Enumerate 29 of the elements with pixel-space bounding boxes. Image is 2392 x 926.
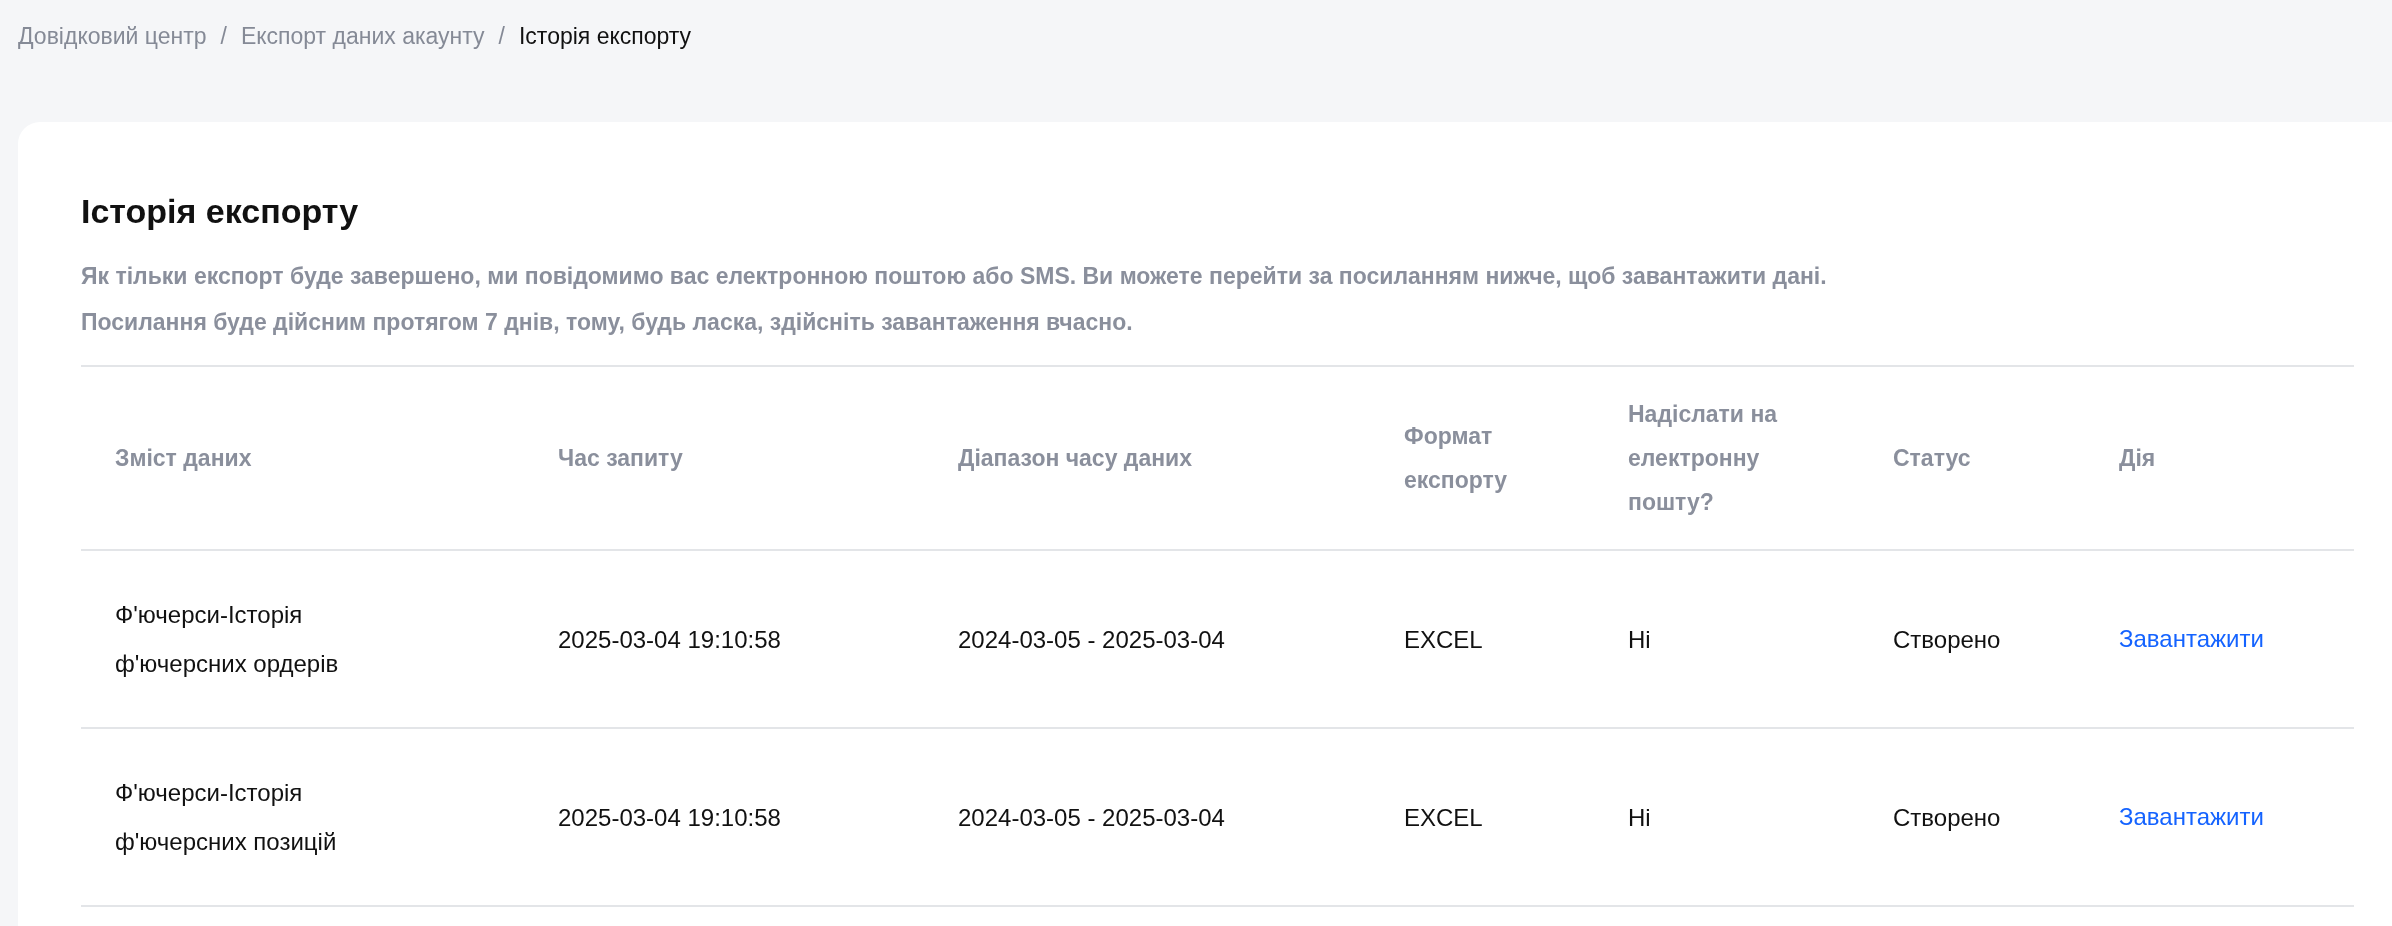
description-text: Як тільки експорт буде завершено, ми повідомимо вас електронною поштою або SMS. Ви можете перейти за посиланням нижче, щоб завантажити дані. (81, 262, 1828, 291)
table-cell-text: 2025-03-04 19:10:58 (558, 802, 781, 833)
table-cell-text: 2024-03-05 - 2025-03-04 (958, 802, 1225, 833)
column-header: Дія (2119, 444, 2156, 473)
table-cell-text: Створено (1893, 802, 2001, 833)
column-header: Діапазон часу даних (958, 444, 1193, 473)
table-cell-text: Створено (1893, 624, 2001, 655)
download-link[interactable]: Завантажити (2119, 803, 2264, 830)
breadcrumb-link[interactable]: Довідковий центр (18, 23, 207, 50)
breadcrumb-separator: / (498, 23, 505, 50)
table-cell-text: Ф'ючерси-Історія ф'ючерсних позицій (115, 778, 338, 857)
download-link[interactable]: Завантажити (2119, 625, 2264, 652)
description-text: Посилання буде дійсним протягом 7 днів, тому, будь ласка, здійсніть завантаження вчасно. (81, 308, 1134, 337)
table-cell-text: Ні (1628, 624, 1651, 655)
breadcrumb-link[interactable]: Експорт даних акаунту (240, 23, 485, 50)
table-cell-text: 2025-03-04 19:10:58 (558, 624, 781, 655)
table-cell-text: Ф'ючерси-Історія ф'ючерсних ордерів (115, 600, 340, 679)
table-cell-text: EXCEL (1404, 624, 1483, 655)
table-cell-text: 2024-03-05 - 2025-03-04 (958, 624, 1225, 655)
page-title: Історія експорту (81, 192, 360, 231)
column-header: Формат експорту (1404, 422, 1509, 495)
column-header: Статус (1893, 444, 1971, 473)
column-header: Час запиту (558, 444, 683, 473)
table-cell-text: EXCEL (1404, 802, 1483, 833)
table-cell-text: Ні (1628, 802, 1651, 833)
breadcrumb-separator: / (220, 23, 227, 50)
breadcrumb-current: Історія експорту (518, 23, 692, 50)
column-header: Зміст даних (115, 444, 252, 473)
column-header: Надіслати на електронну пошту? (1628, 400, 1779, 517)
